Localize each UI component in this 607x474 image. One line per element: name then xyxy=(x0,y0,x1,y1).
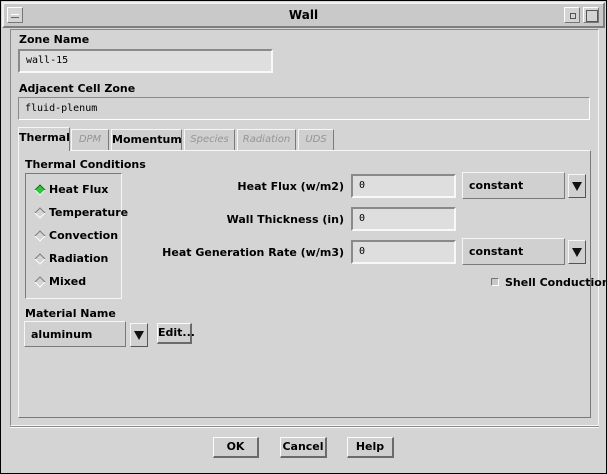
radio-unselected-icon xyxy=(34,207,46,219)
tab-species[interactable]: Species xyxy=(184,129,235,150)
radio-unselected-icon xyxy=(34,253,46,265)
material-dropdown-icon[interactable] xyxy=(130,323,148,347)
radio-selected-icon xyxy=(34,184,46,196)
heat-flux-label: Heat Flux (w/m2) xyxy=(237,180,344,193)
edit-material-button[interactable]: Edit... xyxy=(157,323,195,344)
zone-name-label: Zone Name xyxy=(19,33,90,46)
wall-thickness-label: Wall Thickness (in) xyxy=(226,213,344,226)
heat-generation-method-select[interactable]: constant xyxy=(462,238,565,265)
adjacent-cell-zone-field: fluid-plenum xyxy=(18,97,590,120)
tab-radiation[interactable]: Radiation xyxy=(237,129,296,150)
shell-conduction-checkbox[interactable] xyxy=(491,278,499,286)
radio-convection-label: Convection xyxy=(49,229,119,242)
tab-thermal[interactable]: Thermal xyxy=(18,127,70,151)
help-button[interactable]: Help xyxy=(347,437,394,458)
title-bar[interactable]: Wall xyxy=(2,2,605,28)
radio-unselected-icon xyxy=(34,230,46,242)
thermal-conditions-group: Heat Flux Temperature Convection Radiati… xyxy=(25,173,128,299)
heat-flux-method-select[interactable]: constant xyxy=(462,172,565,199)
heat-flux-dropdown-icon[interactable] xyxy=(568,174,586,198)
ok-button[interactable]: OK xyxy=(213,437,259,458)
heat-flux-input[interactable]: 0 xyxy=(351,174,456,198)
maximize-icon[interactable] xyxy=(583,7,599,23)
wall-dialog: Wall Zone Name wall-15 Adjacent Cell Zon… xyxy=(0,0,607,474)
tab-momentum[interactable]: Momentum xyxy=(111,129,182,150)
material-name-label: Material Name xyxy=(25,307,116,320)
window-title: Wall xyxy=(288,8,319,22)
minimize-icon[interactable] xyxy=(564,7,580,23)
wall-thickness-input[interactable]: 0 xyxy=(351,207,456,231)
radio-temperature-label: Temperature xyxy=(49,206,129,219)
adjacent-cell-zone-label: Adjacent Cell Zone xyxy=(19,82,136,95)
heat-generation-dropdown-icon[interactable] xyxy=(568,240,586,264)
heat-generation-label: Heat Generation Rate (w/m3) xyxy=(162,246,344,259)
radio-mixed-label: Mixed xyxy=(49,275,87,288)
shell-conduction-label: Shell Conduction xyxy=(505,276,607,289)
tab-dpm[interactable]: DPM xyxy=(71,129,109,150)
cancel-button[interactable]: Cancel xyxy=(280,437,327,458)
material-select[interactable]: aluminum xyxy=(24,321,126,347)
radio-radiation-label: Radiation xyxy=(49,252,109,265)
bottom-separator xyxy=(10,426,599,428)
zone-name-field[interactable]: wall-15 xyxy=(18,49,273,73)
radio-unselected-icon xyxy=(34,276,46,288)
heat-generation-input[interactable]: 0 xyxy=(351,240,456,264)
radio-heat-flux-label: Heat Flux xyxy=(49,183,109,196)
tab-uds[interactable]: UDS xyxy=(298,129,334,150)
thermal-conditions-label: Thermal Conditions xyxy=(25,158,146,171)
